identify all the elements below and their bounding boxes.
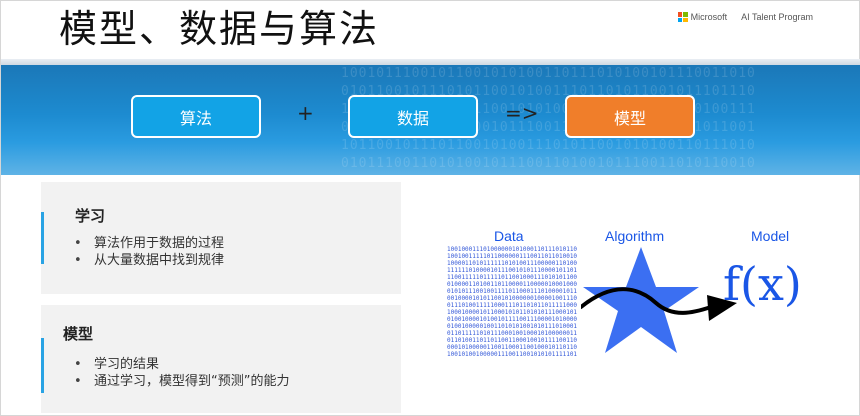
model-heading: 模型 (63, 325, 94, 343)
learning-card: 学习 算法作用于数据的过程 从大量数据中找到规律 (41, 182, 401, 294)
plus-sign: + (297, 101, 314, 125)
data-box: 数据 (348, 95, 478, 138)
model-card: 模型 学习的结果 通过学习，模型得到“预测”的能力 (41, 305, 401, 413)
binary-data-block: 100100011101000000101000110111010110 1001… (447, 246, 578, 358)
list-item: 通过学习，模型得到“预测”的能力 (74, 373, 289, 390)
learning-list: 算法作用于数据的过程 从大量数据中找到规律 (74, 235, 224, 269)
list-item: 从大量数据中找到规律 (74, 252, 224, 269)
brand-header: Microsoft AI Talent Program (677, 12, 813, 22)
transform-arrow-icon (581, 287, 737, 321)
model-formula: f(x) (723, 257, 802, 311)
program-label: AI Talent Program (741, 12, 813, 22)
learning-heading: 学习 (75, 207, 106, 225)
microsoft-label: Microsoft (690, 12, 728, 22)
slide: 模型、数据与算法 Microsoft AI Talent Program 100… (0, 0, 860, 416)
list-item: 算法作用于数据的过程 (74, 235, 224, 252)
model-box: 模型 (565, 95, 695, 138)
list-item: 学习的结果 (74, 356, 289, 373)
model-list: 学习的结果 通过学习，模型得到“预测”的能力 (74, 356, 289, 390)
model-label: Model (751, 228, 790, 244)
learning-diagram: Data Algorithm Model 1001000111010000001… (441, 223, 831, 363)
microsoft-logo-icon (677, 12, 688, 22)
learning-card-accent (41, 212, 44, 264)
algorithm-box: 算法 (131, 95, 261, 138)
slide-title: 模型、数据与算法 (59, 7, 380, 51)
equals-arrow: => (505, 101, 539, 125)
model-card-accent (41, 338, 44, 393)
algorithm-label: Algorithm (605, 228, 665, 244)
microsoft-logo: Microsoft (677, 12, 728, 22)
data-label: Data (494, 228, 524, 244)
